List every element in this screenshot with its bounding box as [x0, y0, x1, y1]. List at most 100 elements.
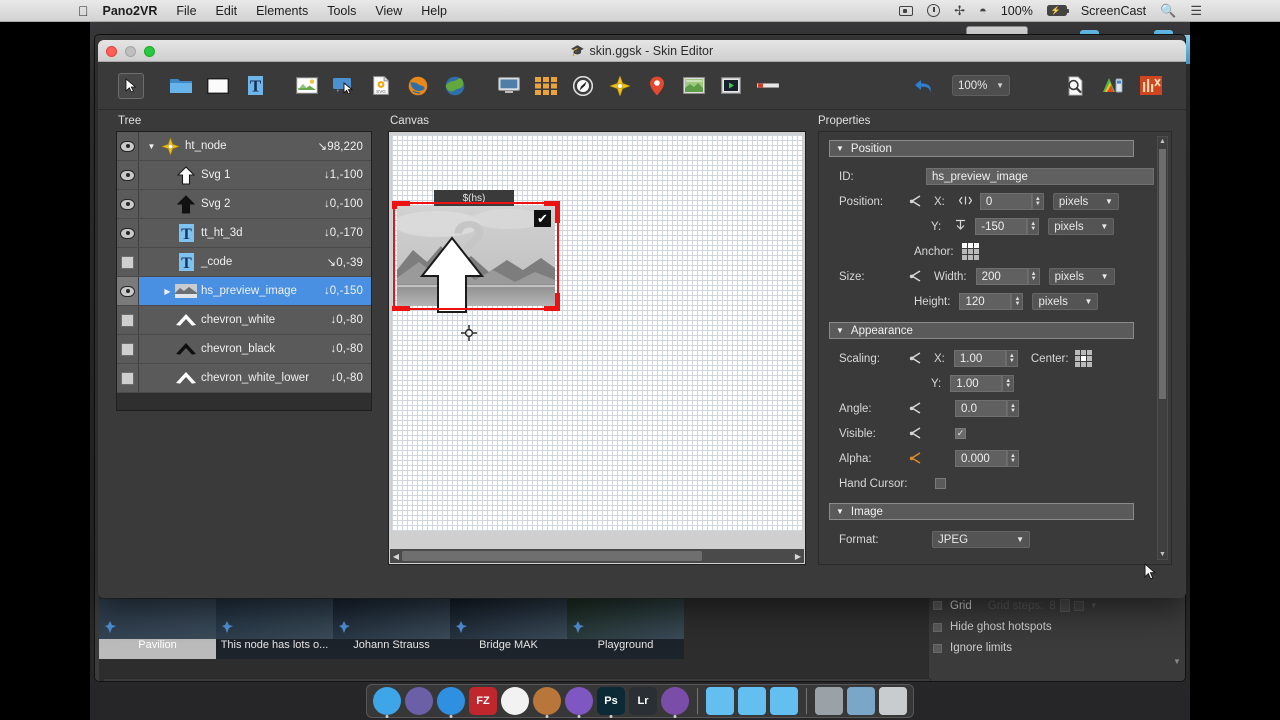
canvas-scroll-thumb[interactable] [402, 551, 702, 561]
menu-elements[interactable]: Elements [256, 4, 308, 18]
position-link-icon[interactable] [909, 195, 922, 208]
dock-item-lightroom[interactable]: Lr [629, 687, 657, 715]
add-text-element[interactable]: T [242, 73, 268, 99]
width-field[interactable]: 200 [975, 268, 1028, 285]
panel-scroll-down-icon[interactable]: ▼ [1173, 657, 1183, 667]
tree-row[interactable]: Svg 2 ↓0,-100 [117, 190, 371, 219]
battery-charging-icon[interactable]: ⚡ [1046, 5, 1070, 16]
resize-handle-bottom-left[interactable] [392, 306, 410, 311]
tree-row[interactable]: ▼ ht_node ↘98,220 [117, 132, 371, 161]
anchor-cell[interactable] [967, 255, 973, 260]
wifi-icon[interactable]: ◓ [979, 3, 987, 18]
add-map-pin-element[interactable] [644, 73, 670, 99]
center-cell[interactable] [1086, 356, 1092, 361]
center-cell[interactable] [1074, 350, 1080, 355]
position-section-header[interactable]: ▼ Position [829, 140, 1134, 157]
angle-stepper[interactable]: ▲ ▼ [1007, 400, 1019, 417]
visibility-toggle-eye-icon[interactable] [117, 219, 139, 247]
visibility-toggle-eye-icon[interactable] [117, 161, 139, 189]
macos-menubar[interactable]:  Pano2VR File Edit Elements Tools View … [0, 0, 1280, 22]
visibility-toggle-unchecked[interactable] [117, 248, 139, 276]
anchor-cell[interactable] [973, 249, 979, 254]
dock-item-pano2vr[interactable] [533, 687, 561, 718]
add-hotspot-element[interactable] [331, 73, 357, 99]
add-video-element[interactable] [718, 73, 744, 99]
node-thumbnail[interactable]: Bridge MAK [450, 599, 567, 659]
hotspot-preview-element[interactable]: ? ✔ $(hs) [392, 190, 560, 313]
time-machine-icon[interactable] [927, 4, 941, 17]
properties-scroll-container[interactable]: ▼ Position ID: hs_preview_image Position… [818, 131, 1172, 565]
center-cell[interactable] [1080, 362, 1086, 367]
scaling-y-field[interactable]: 1.00 [950, 375, 1003, 392]
center-grid-selector[interactable] [1074, 350, 1092, 367]
width-stepper[interactable]: ▲ ▼ [1027, 268, 1040, 285]
search-icon[interactable]: 🔍 [1160, 3, 1176, 19]
visibility-toggle-unchecked[interactable] [117, 364, 139, 392]
add-folder-element[interactable] [168, 73, 194, 99]
scaling-y-stepper[interactable]: ▲ ▼ [1002, 375, 1015, 392]
appearance-section-header[interactable]: ▼ Appearance [829, 322, 1134, 339]
tree-row[interactable]: Ttt_ht_3d ↓0,-170 [117, 219, 371, 248]
tree-list[interactable]: ▼ ht_node ↘98,220 Svg 1 ↓1,-100 Svg 2 ↓0,-100 T… [116, 131, 372, 411]
node-thumbnail[interactable]: Pavilion [99, 599, 216, 659]
height-stepper[interactable]: ▲ ▼ [1011, 293, 1024, 310]
menu-file[interactable]: File [176, 4, 196, 18]
center-cell[interactable] [1080, 356, 1086, 361]
height-field[interactable]: 120 [959, 293, 1012, 310]
menu-help[interactable]: Help [421, 4, 447, 18]
canvas-area[interactable]: ? ✔ $(hs) ◀ ▶ [388, 131, 806, 565]
visibility-toggle-eye-icon[interactable] [117, 132, 139, 160]
anchor-cell[interactable] [961, 249, 967, 254]
tree-row[interactable]: chevron_black ↓0,-80 [117, 335, 371, 364]
dock-item-photoshop[interactable]: Ps [597, 687, 625, 718]
canvas-scroll-right-icon[interactable]: ▶ [792, 552, 804, 561]
center-cell[interactable] [1080, 350, 1086, 355]
anchor-cell[interactable] [961, 243, 967, 248]
ignore-limits-checkbox[interactable] [933, 643, 942, 653]
minimize-window-button[interactable] [125, 46, 136, 57]
menubar-user-name[interactable]: ScreenCast [1081, 4, 1146, 18]
width-unit-select[interactable]: pixels ▼ [1048, 268, 1115, 285]
menu-edit[interactable]: Edit [216, 4, 238, 18]
menu-view[interactable]: View [375, 4, 402, 18]
center-cell[interactable] [1086, 362, 1092, 367]
scroll-left-arrow-icon[interactable]: ◀ [106, 680, 112, 681]
dock-item-folder-applications[interactable] [738, 687, 766, 715]
skin-editor-titlebar[interactable]: 🎓 skin.ggsk - Skin Editor [98, 40, 1186, 62]
bluetooth-icon[interactable]: ✢ [954, 3, 965, 19]
undo-button[interactable] [910, 73, 936, 99]
alpha-field[interactable]: 0.000 [955, 450, 1007, 467]
dock-item-finder[interactable] [373, 687, 401, 718]
skin-editor-window[interactable]: 🎓 skin.ggsk - Skin Editor T SVG 100% ▼ T… [98, 40, 1186, 598]
position-y-unit-select[interactable]: pixels ▼ [1048, 218, 1115, 235]
visibility-toggle-eye-icon[interactable] [117, 277, 139, 305]
center-cell[interactable] [1074, 362, 1080, 367]
disclosure-expanded-icon[interactable]: ▼ [145, 142, 158, 151]
menu-tools[interactable]: Tools [327, 4, 356, 18]
zoom-window-button[interactable] [144, 46, 155, 57]
disclosure-collapsed-icon[interactable]: ▶ [161, 287, 174, 296]
skin-editor-toolbar[interactable]: T SVG 100% ▼ [98, 62, 1186, 110]
resize-handle-top-left-v[interactable] [392, 201, 397, 209]
dock-item-pages[interactable] [501, 687, 529, 715]
image-section-header[interactable]: ▼ Image [829, 503, 1134, 520]
size-link-icon[interactable] [909, 270, 922, 283]
center-cell[interactable] [1074, 356, 1080, 361]
tree-row[interactable]: chevron_white ↓0,-80 [117, 306, 371, 335]
node-filmstrip[interactable]: Pavilion This node has lots o... Johann St… [99, 595, 931, 681]
scaling-x-stepper[interactable]: ▲ ▼ [1005, 350, 1018, 367]
canvas-horizontal-scrollbar[interactable]: ◀ ▶ [390, 549, 804, 563]
filmstrip-horizontal-scrollbar[interactable]: ◀ [103, 678, 931, 681]
canvas-scroll-left-icon[interactable]: ◀ [390, 552, 402, 561]
tree-row[interactable]: ▶ hs_preview_image ↓0,-150 [117, 277, 371, 306]
properties-scroll-thumb[interactable] [1159, 149, 1166, 399]
node-thumbnail[interactable]: This node has lots o... [216, 599, 333, 659]
visible-link-icon[interactable] [909, 427, 922, 440]
dock-item-app-disc[interactable] [661, 687, 689, 718]
alpha-link-icon[interactable] [909, 452, 922, 465]
select-arrow-tool[interactable] [118, 72, 144, 99]
position-x-unit-select[interactable]: pixels ▼ [1052, 193, 1119, 210]
position-y-stepper[interactable]: ▲ ▼ [1027, 218, 1040, 235]
add-thumbnail-grid[interactable] [533, 73, 559, 99]
tree-row[interactable]: Svg 1 ↓1,-100 [117, 161, 371, 190]
